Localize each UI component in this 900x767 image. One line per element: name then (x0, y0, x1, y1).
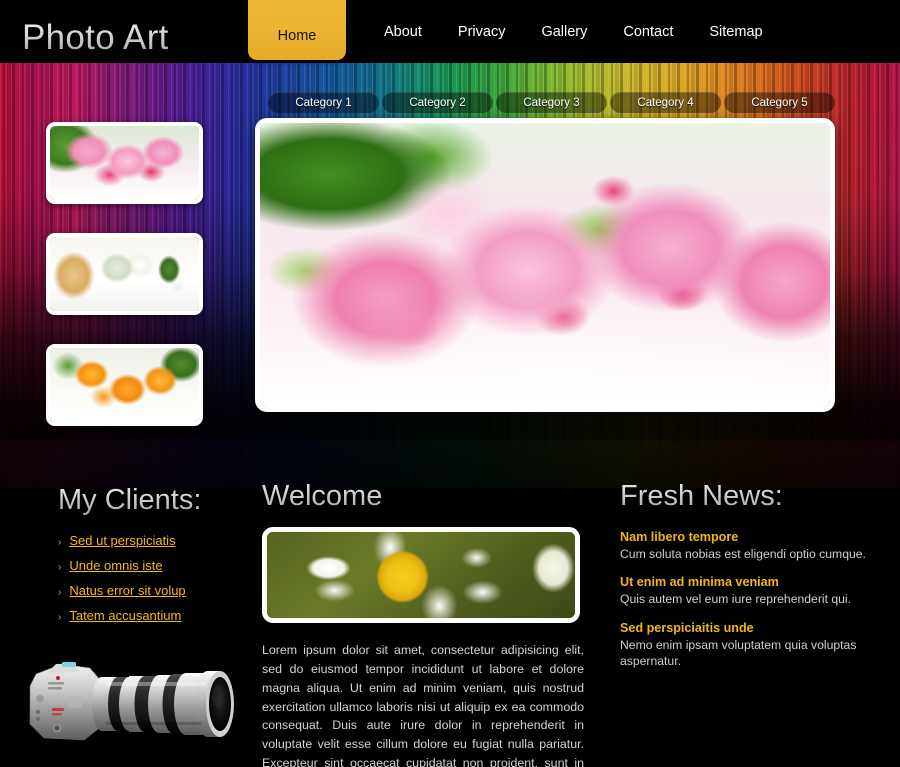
nav-item-home[interactable]: Home (248, 0, 346, 60)
category-button-5[interactable]: Category 5 (724, 92, 835, 113)
welcome-section: Welcome Lorem ipsum dolor sit amet, cons… (262, 480, 587, 767)
category-button-1[interactable]: Category 1 (268, 92, 379, 113)
my-clients-list: › Sed ut perspiciatis › Unde omnis iste … (58, 533, 258, 623)
news-headline-1[interactable]: Nam libero tempore (620, 530, 895, 544)
news-text-2: Quis autem vel eum iure reprehenderit qu… (620, 592, 852, 607)
welcome-image[interactable] (262, 527, 580, 623)
nav-item-privacy[interactable]: Privacy (440, 0, 524, 63)
nav-item-about[interactable]: About (366, 0, 440, 63)
my-clients-title: My Clients: (58, 484, 258, 517)
list-item[interactable]: › Unde omnis iste (58, 558, 258, 573)
category-button-4[interactable]: Category 4 (610, 92, 721, 113)
news-headline-3[interactable]: Sed perspiciaitis unde (620, 621, 895, 635)
nav-item-contact[interactable]: Contact (605, 0, 691, 63)
category-button-2[interactable]: Category 2 (382, 92, 493, 113)
site-header: Photo Art Home About Privacy Gallery Con… (0, 0, 900, 63)
orange-roses-thumbnail-image (50, 348, 199, 422)
fresh-news-title: Fresh News: (620, 480, 895, 513)
nav-item-sitemap[interactable]: Sitemap (691, 0, 780, 63)
news-item-1: Nam libero tempore Cum soluta nobias est… (620, 530, 895, 562)
news-text-1: Cum soluta nobias est eligendi optio cum… (620, 547, 866, 561)
chevron-right-icon: › (58, 612, 62, 623)
thumbnail-item-2[interactable] (46, 233, 203, 315)
welcome-title: Welcome (262, 480, 587, 513)
chevron-right-icon: › (58, 537, 62, 548)
chevron-right-icon: › (58, 587, 62, 598)
thumbnail-item-3[interactable] (46, 344, 203, 426)
news-item-3: Sed perspiciaitis unde Nemo enim ipsam v… (620, 621, 895, 670)
thumbnail-list (46, 122, 203, 455)
category-button-3[interactable]: Category 3 (496, 92, 607, 113)
camera-image (22, 652, 237, 762)
list-item[interactable]: › Natus error sit volup (58, 583, 258, 598)
client-link-3[interactable]: Natus error sit volup (69, 583, 185, 598)
list-item[interactable]: › Tatem accusantium (58, 608, 258, 623)
daisy-flower-image (267, 532, 575, 618)
list-item[interactable]: › Sed ut perspiciatis (58, 533, 258, 548)
site-logo[interactable]: Photo Art (22, 18, 169, 58)
chevron-right-icon: › (58, 562, 62, 573)
hero-image-highlight (260, 123, 830, 407)
client-link-4[interactable]: Tatem accusantium (69, 608, 181, 623)
main-navigation: Home About Privacy Gallery Contact Sitem… (248, 0, 781, 63)
pink-tulips-thumbnail-image (50, 126, 199, 200)
client-link-1[interactable]: Sed ut perspiciatis (69, 533, 175, 548)
welcome-body-text: Lorem ipsum dolor sit amet, consectetur … (262, 643, 584, 767)
thumbnail-item-1[interactable] (46, 122, 203, 204)
nav-item-gallery[interactable]: Gallery (523, 0, 605, 63)
client-link-2[interactable]: Unde omnis iste (69, 558, 162, 573)
fresh-news-list: Nam libero tempore Cum soluta nobias est… (620, 530, 895, 670)
hero-image[interactable] (255, 118, 835, 412)
page-root: Photo Art Home About Privacy Gallery Con… (0, 0, 900, 767)
fresh-news-section: Fresh News: Nam libero tempore Cum solut… (620, 480, 895, 683)
camera-icon (29, 662, 234, 741)
news-item-2: Ut enim ad minima veniam Quis autem vel … (620, 575, 895, 607)
my-clients-section: My Clients: › Sed ut perspiciatis › Unde… (58, 484, 258, 633)
category-bar: Category 1 Category 2 Category 3 Categor… (268, 92, 835, 113)
spa-flowers-thumbnail-image (50, 237, 199, 311)
news-headline-2[interactable]: Ut enim ad minima veniam (620, 575, 895, 589)
news-text-3: Nemo enim ipsam voluptatem quia voluptas… (620, 637, 857, 669)
